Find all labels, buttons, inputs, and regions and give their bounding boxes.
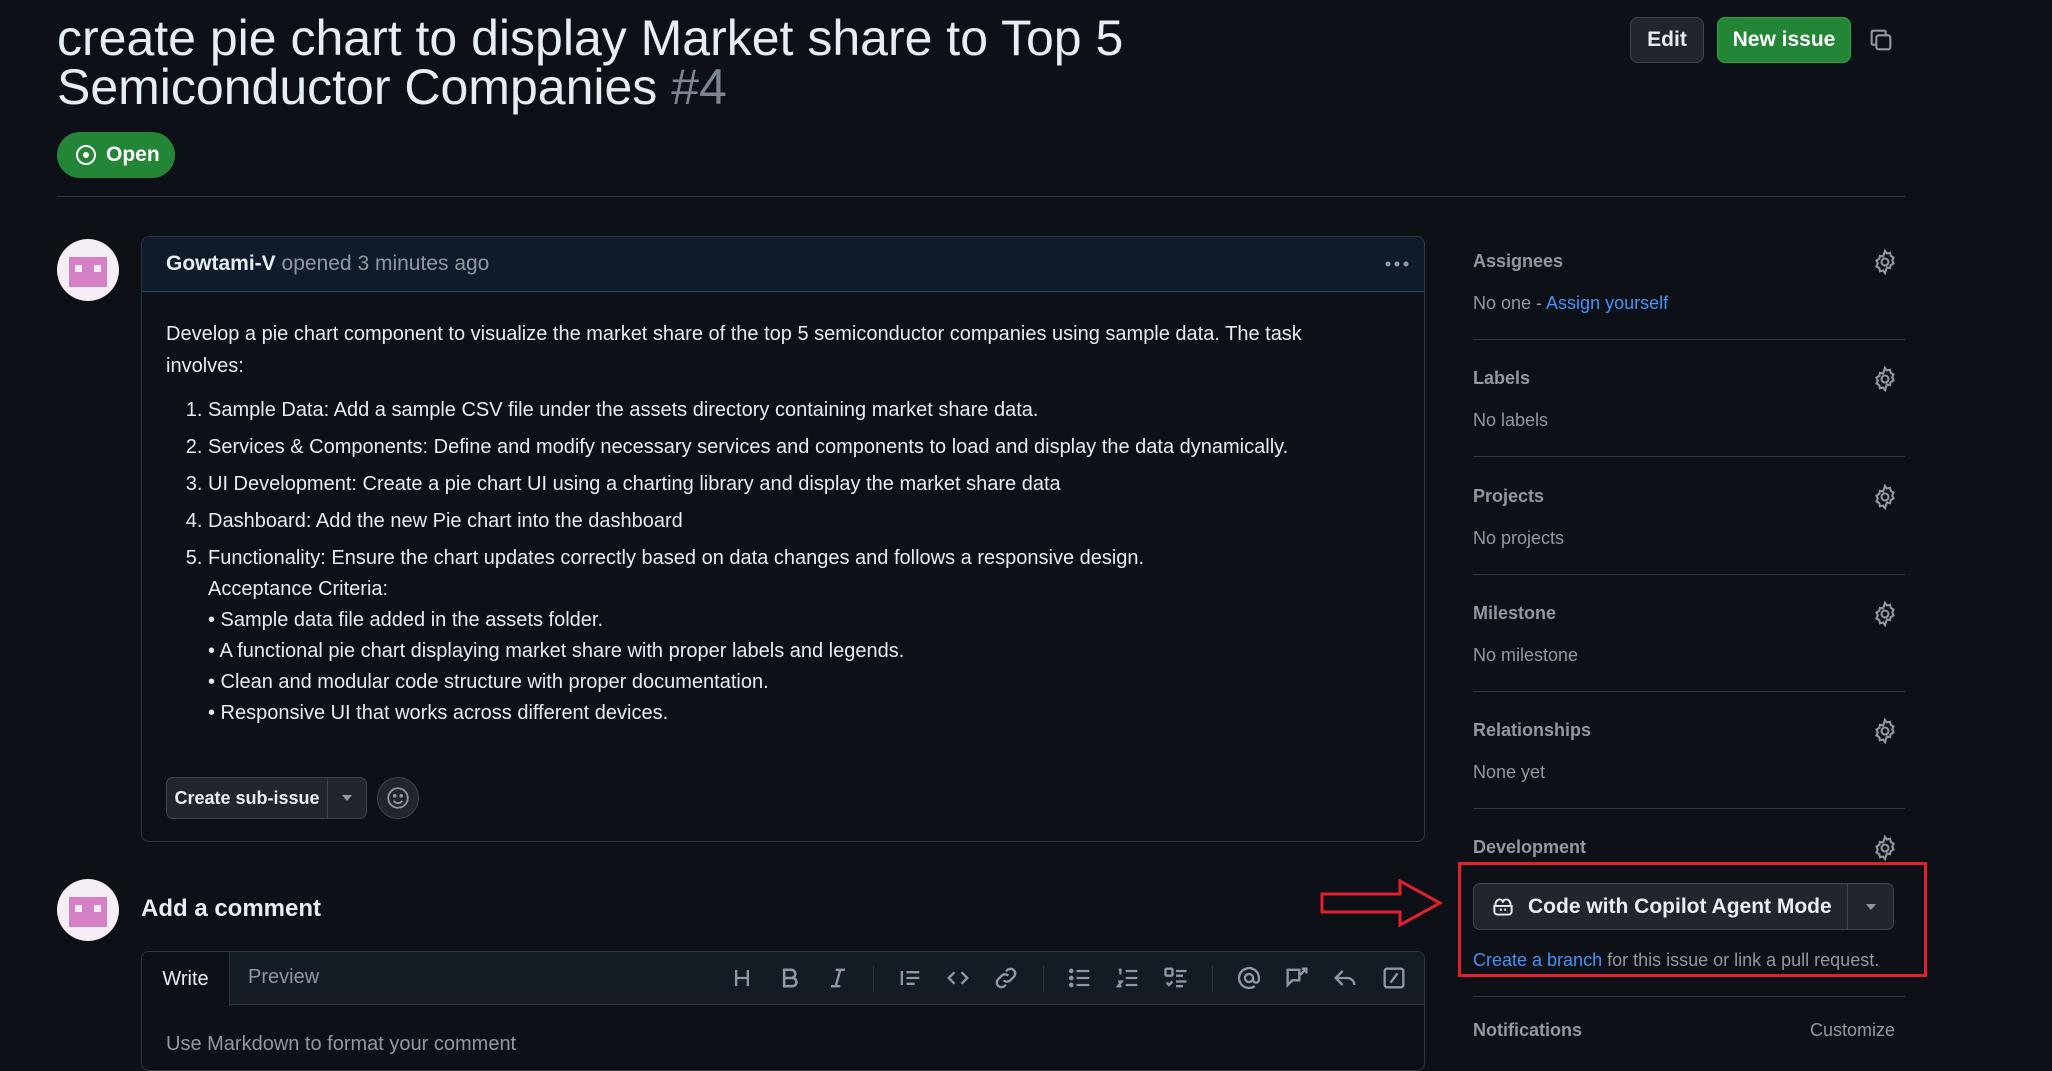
link-icon[interactable] <box>992 964 1020 992</box>
smiley-icon[interactable] <box>377 777 419 819</box>
gear-icon[interactable] <box>1871 834 1899 862</box>
sidebar-divider <box>1473 808 1905 809</box>
gear-icon[interactable] <box>1871 483 1899 511</box>
criteria-item: • Responsive UI that works across differ… <box>208 702 669 724</box>
heading-icon[interactable] <box>728 964 756 992</box>
chevron-down-icon[interactable] <box>328 778 366 818</box>
sidebar-labels-value: No labels <box>1473 410 1549 430</box>
task-item: Services & Components: Define and modify… <box>208 432 1346 463</box>
create-sub-issue-button[interactable]: Create sub-issue <box>166 777 367 819</box>
assign-yourself-link[interactable]: Assign yourself <box>1546 293 1668 313</box>
italic-icon[interactable] <box>824 964 852 992</box>
sidebar-labels-title[interactable]: Labels <box>1473 368 1530 389</box>
task-item: Sample Data: Add a sample CSV file under… <box>208 395 1346 426</box>
issue-number: #4 <box>671 59 727 115</box>
new-issue-button[interactable]: New issue <box>1717 17 1851 63</box>
sidebar-notifications-title: Notifications <box>1473 1020 1583 1040</box>
current-user-avatar[interactable] <box>57 879 119 941</box>
sidebar-divider <box>1473 456 1905 457</box>
sidebar-divider <box>1473 996 1905 997</box>
sidebar-relationships-value: None yet <box>1473 762 1546 782</box>
create-sub-issue-label[interactable]: Create sub-issue <box>167 778 328 818</box>
comment-author-line: Gowtami-V opened 3 minutes ago <box>166 252 489 276</box>
cross-reference-icon[interactable] <box>1283 964 1311 992</box>
quote-icon[interactable] <box>896 964 924 992</box>
bold-icon[interactable] <box>776 964 804 992</box>
toolbar-divider <box>873 966 874 992</box>
code-icon[interactable] <box>944 964 972 992</box>
sidebar-divider <box>1473 691 1905 692</box>
tab-preview[interactable]: Preview <box>248 966 319 989</box>
task-item: Dashboard: Add the new Pie chart into th… <box>208 506 1346 537</box>
issue-open-icon <box>74 143 98 167</box>
sidebar-assignees-value: No one - Assign yourself <box>1473 293 1668 314</box>
unordered-list-icon[interactable] <box>1066 964 1094 992</box>
author-link[interactable]: Gowtami-V <box>166 252 276 275</box>
assignees-empty: No one - <box>1473 293 1547 313</box>
add-comment-heading: Add a comment <box>141 895 322 922</box>
header-divider <box>57 196 1905 197</box>
status-label: Open <box>106 143 160 166</box>
sidebar-divider <box>1473 339 1905 340</box>
copy-icon[interactable] <box>1867 26 1895 54</box>
sidebar-projects-value: No projects <box>1473 528 1565 548</box>
toolbar-divider <box>1043 966 1044 992</box>
comment-meta: opened 3 minutes ago <box>281 252 490 275</box>
sidebar-relationships-title[interactable]: Relationships <box>1473 720 1591 741</box>
sidebar-assignees-title[interactable]: Assignees <box>1473 251 1563 272</box>
task-list: Sample Data: Add a sample CSV file under… <box>166 395 1346 729</box>
sidebar-milestone-title[interactable]: Milestone <box>1473 603 1556 624</box>
task-item: Functionality: Ensure the chart updates … <box>208 543 1346 729</box>
annotation-arrow <box>1320 878 1444 928</box>
gear-icon[interactable] <box>1871 717 1899 745</box>
ordered-list-icon[interactable] <box>1114 964 1142 992</box>
criteria-item: • Clean and modular code structure with … <box>208 671 769 693</box>
criteria-heading: Acceptance Criteria: <box>208 578 389 600</box>
gear-icon[interactable] <box>1871 600 1899 628</box>
reply-icon[interactable] <box>1331 964 1359 992</box>
comment-input[interactable]: Use Markdown to format your comment <box>166 1033 516 1056</box>
toolbar-divider <box>1212 966 1213 992</box>
sidebar-development-title[interactable]: Development <box>1473 837 1586 858</box>
sidebar-divider <box>1473 574 1905 575</box>
slash-command-icon[interactable] <box>1380 964 1408 992</box>
task-list-icon[interactable] <box>1162 964 1190 992</box>
issue-title-text: create pie chart to display Market share… <box>57 10 1124 115</box>
issue-title: create pie chart to display Market share… <box>57 13 1457 115</box>
tab-write[interactable]: Write <box>142 952 230 1006</box>
avatar[interactable] <box>57 239 119 301</box>
criteria-item: • Sample data file added in the assets f… <box>208 609 604 631</box>
edit-button[interactable]: Edit <box>1630 17 1704 63</box>
annotation-highlight-box <box>1458 862 1927 977</box>
mention-icon[interactable] <box>1235 964 1263 992</box>
sidebar-projects-title[interactable]: Projects <box>1473 486 1544 507</box>
customize-link[interactable]: Customize <box>1810 1020 1895 1041</box>
gear-icon[interactable] <box>1871 365 1899 393</box>
sidebar-milestone-value: No milestone <box>1473 645 1579 665</box>
gear-icon[interactable] <box>1871 248 1899 276</box>
task-item-text: Functionality: Ensure the chart updates … <box>208 547 1145 569</box>
status-badge: Open <box>57 132 175 178</box>
issue-intro: Develop a pie chart component to visuali… <box>166 323 1302 377</box>
issue-body: Develop a pie chart component to visuali… <box>166 318 1346 729</box>
criteria-item: • A functional pie chart displaying mark… <box>208 640 905 662</box>
kebab-icon[interactable] <box>1383 254 1411 274</box>
task-item: UI Development: Create a pie chart UI us… <box>208 469 1346 500</box>
